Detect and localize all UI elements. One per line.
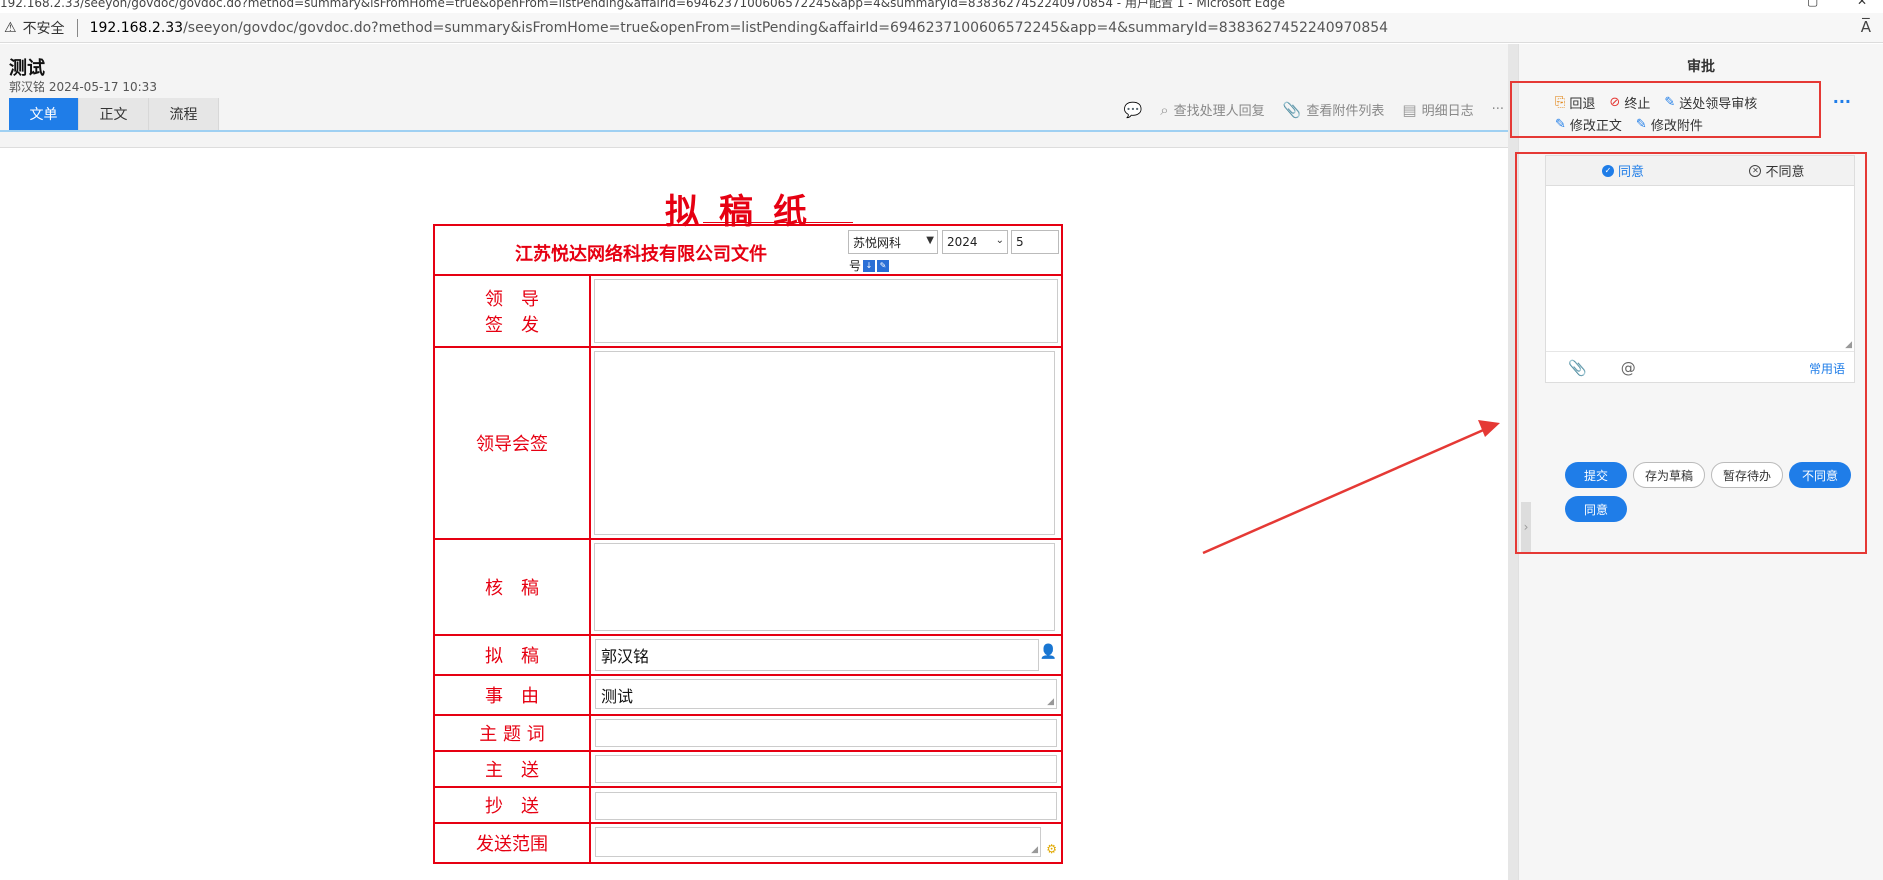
reason-field: 测试 ◢: [589, 674, 1063, 716]
tab-underline: [0, 130, 1514, 132]
log-icon: ▤: [1402, 100, 1417, 119]
check-label: 核 稿: [433, 538, 591, 636]
detail-log-button[interactable]: ▤ 明细日志: [1402, 100, 1474, 120]
address-bar[interactable]: ⚠ 不安全 192.168.2.33/seeyon/govdoc/govdoc.…: [0, 13, 1883, 43]
comment-icon: 💬: [1123, 100, 1143, 119]
company-cell: 江苏悦达网络科技有限公司文件 苏悦网科 ▼ 2024 ⌄ 5 号 ↓ ✎: [433, 224, 1063, 276]
comment-button[interactable]: 💬: [1124, 101, 1143, 119]
hao-row: 号 ↓ ✎: [849, 257, 890, 274]
toolbar-more-button[interactable]: ···: [1492, 102, 1504, 117]
scope-textarea[interactable]: ◢: [595, 827, 1041, 857]
check-box[interactable]: [594, 543, 1055, 631]
read-aloud-icon[interactable]: A̅: [1861, 18, 1871, 36]
hao-label: 号: [849, 259, 862, 273]
scope-label: 发送范围: [433, 822, 591, 864]
doc-word-value: 苏悦网科: [853, 235, 902, 250]
document-meta: 郭汉铭 2024-05-17 10:33: [9, 80, 157, 94]
find-reply-label: 查找处理人回复: [1173, 104, 1265, 119]
resize-grip-icon[interactable]: ◢: [1031, 845, 1038, 855]
tab-body[interactable]: 正文: [79, 98, 149, 130]
number-edit-icon[interactable]: ✎: [877, 259, 890, 272]
annotation-box-actions: [1510, 81, 1821, 138]
serial-input[interactable]: 5: [1011, 230, 1059, 254]
attachments-label: 查看附件列表: [1306, 104, 1385, 119]
url-path: /seeyon/govdoc/govdoc.do?method=summary&…: [183, 19, 1389, 36]
close-icon[interactable]: ✕: [1857, 0, 1867, 8]
year-value: 2024: [947, 235, 978, 249]
leader-sign-line2: 签 发: [485, 315, 539, 336]
tab-form[interactable]: 文单: [9, 98, 79, 130]
document-tabs: 文单 正文 流程: [9, 98, 219, 130]
leader-sign-field: [589, 274, 1063, 348]
leader-cosign-label: 领导会签: [433, 346, 591, 540]
warning-icon[interactable]: ⚠: [4, 20, 17, 36]
paperclip-icon: 📎: [1282, 100, 1302, 119]
search-icon: ⌕: [1160, 100, 1169, 119]
drafter-input[interactable]: 郭汉铭: [595, 639, 1039, 671]
heading-underline: [703, 222, 853, 223]
resize-grip-icon[interactable]: ◢: [1047, 697, 1054, 707]
security-label[interactable]: 不安全: [23, 18, 65, 38]
reason-label: 事 由: [433, 674, 591, 716]
check-field: [589, 538, 1063, 636]
keywords-label: 主 题 词: [433, 714, 591, 752]
main-send-input[interactable]: [595, 755, 1057, 783]
cc-label: 抄 送: [433, 786, 591, 824]
draft-field: 郭汉铭 👤: [589, 634, 1063, 676]
cc-field: [589, 786, 1063, 824]
serial-value: 5: [1016, 235, 1024, 249]
drafter-value: 郭汉铭: [601, 647, 650, 666]
detail-log-label: 明细日志: [1421, 104, 1474, 119]
scope-field: ◢ ⚙: [589, 822, 1063, 864]
url-text[interactable]: 192.168.2.33/seeyon/govdoc/govdoc.do?met…: [90, 20, 1389, 36]
draft-form: 江苏悦达网络科技有限公司文件 苏悦网科 ▼ 2024 ⌄ 5 号 ↓ ✎ 领 导…: [433, 224, 1063, 864]
document-body: 拟稿纸 江苏悦达网络科技有限公司文件 苏悦网科 ▼ 2024 ⌄ 5 号 ↓ ✎…: [0, 148, 1514, 880]
panel-title: 审批: [1687, 59, 1715, 75]
leader-sign-label: 领 导 签 发: [433, 274, 591, 348]
attachments-button[interactable]: 📎 查看附件列表: [1282, 100, 1385, 120]
window-title: 192.168.2.33/seeyon/govdoc/govdoc.do?met…: [0, 0, 1285, 10]
keywords-input[interactable]: [595, 719, 1057, 747]
scope-select-icon[interactable]: ⚙: [1046, 842, 1057, 856]
number-pick-icon[interactable]: ↓: [863, 259, 876, 272]
company-name: 江苏悦达网络科技有限公司文件: [515, 244, 767, 265]
leader-sign-line1: 领 导: [485, 289, 539, 310]
dropdown-arrow-icon: ▼: [926, 235, 934, 246]
main-send-label: 主 送: [433, 750, 591, 788]
doc-word-select[interactable]: 苏悦网科 ▼: [848, 230, 938, 254]
reason-textarea[interactable]: 测试 ◢: [595, 679, 1057, 709]
year-select[interactable]: 2024 ⌄: [942, 230, 1008, 254]
document-header: 测试 郭汉铭 2024-05-17 10:33 文单 正文 流程 💬 ⌕ 查找处理…: [0, 44, 1514, 148]
annotation-box-opinion: [1515, 152, 1867, 554]
document-toolbar: 💬 ⌕ 查找处理人回复 📎 查看附件列表 ▤ 明细日志 ···: [1124, 100, 1504, 120]
leader-cosign-box[interactable]: [594, 351, 1055, 535]
panel-more-button[interactable]: ···: [1833, 92, 1851, 111]
keywords-field: [589, 714, 1063, 752]
chevron-down-icon: ⌄: [995, 235, 1004, 246]
address-divider: [76, 18, 78, 37]
cc-input[interactable]: [595, 792, 1057, 820]
main-send-field: [589, 750, 1063, 788]
leader-sign-box[interactable]: [594, 279, 1058, 343]
reason-value: 测试: [601, 687, 634, 706]
draft-label: 拟 稿: [433, 634, 591, 676]
tab-flow[interactable]: 流程: [149, 98, 219, 130]
page-title: 测试: [9, 58, 45, 79]
window-title-bar: 192.168.2.33/seeyon/govdoc/govdoc.do?met…: [0, 0, 1883, 13]
restore-icon[interactable]: ▢: [1807, 0, 1818, 8]
user-select-icon[interactable]: 👤: [1040, 644, 1057, 660]
find-reply-button[interactable]: ⌕ 查找处理人回复: [1160, 100, 1265, 120]
leader-cosign-field: [589, 346, 1063, 540]
url-host: 192.168.2.33: [89, 19, 184, 36]
